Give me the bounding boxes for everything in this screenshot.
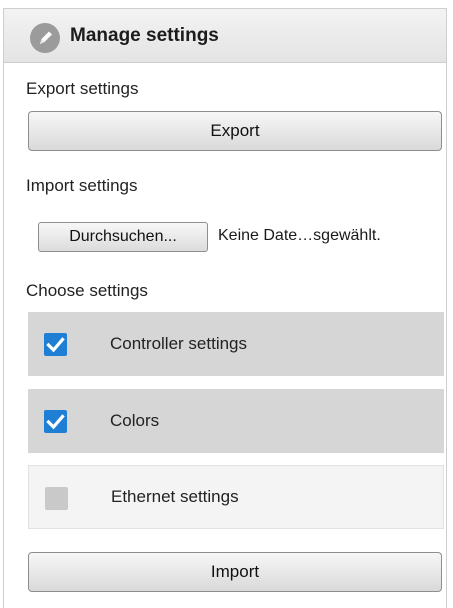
pencil-icon	[30, 23, 60, 53]
option-label: Colors	[110, 411, 160, 430]
option-controller-settings[interactable]: Controller settings	[28, 312, 444, 376]
panel-title: Manage settings	[70, 25, 219, 46]
browse-file-button[interactable]: Durchsuchen...	[38, 222, 208, 252]
option-label: Ethernet settings	[111, 487, 239, 506]
controller-settings-checkbox[interactable]	[44, 333, 67, 356]
ethernet-settings-checkbox[interactable]	[45, 487, 68, 510]
option-ethernet-settings[interactable]: Ethernet settings	[28, 465, 444, 529]
choose-settings-label: Choose settings	[26, 281, 148, 300]
file-status-text: Keine Date…sgewählt.	[218, 227, 381, 244]
option-label: Controller settings	[110, 334, 248, 353]
export-button[interactable]: Export	[28, 111, 442, 151]
checkmark-icon	[46, 414, 65, 430]
import-settings-label: Import settings	[26, 176, 138, 195]
colors-checkbox[interactable]	[44, 410, 67, 433]
checkmark-icon	[46, 337, 65, 353]
panel-header: Manage settings	[4, 9, 446, 63]
option-colors[interactable]: Colors	[28, 389, 444, 453]
manage-settings-panel: Manage settings Export settings Export I…	[3, 8, 447, 608]
import-button[interactable]: Import	[28, 552, 442, 592]
export-settings-label: Export settings	[26, 79, 139, 98]
